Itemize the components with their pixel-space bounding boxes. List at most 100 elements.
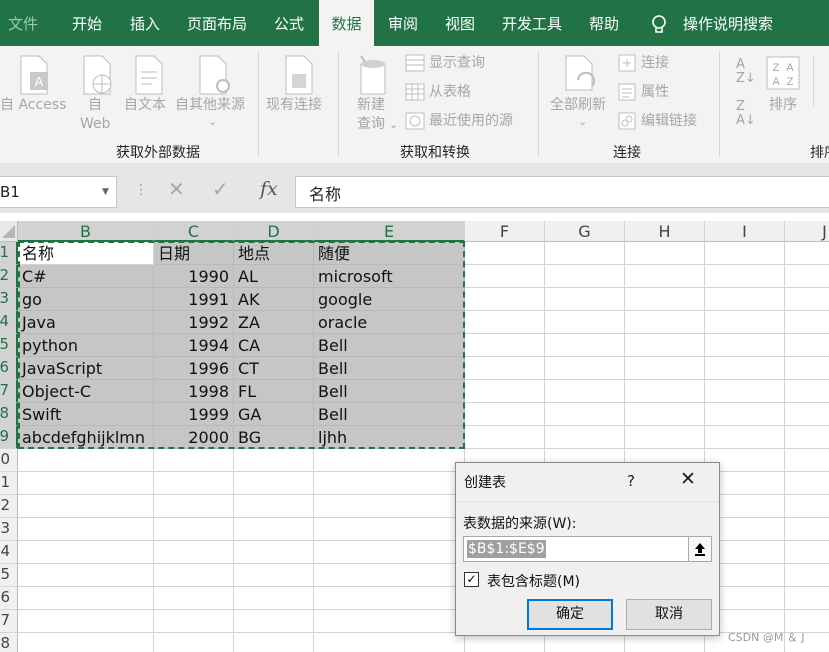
- collapse-dialog-arrow-icon[interactable]: [688, 536, 712, 562]
- new-query-button[interactable]: 新建 查询: [352, 96, 390, 134]
- table-cell[interactable]: 1996: [154, 357, 234, 380]
- row-header-4[interactable]: 4: [0, 311, 18, 334]
- table-cell[interactable]: microsoft: [314, 265, 465, 288]
- empty-cell[interactable]: [785, 564, 829, 587]
- empty-cell[interactable]: [154, 610, 234, 633]
- row-header-1[interactable]: 1: [0, 242, 18, 265]
- tell-me-search[interactable]: 操作说明搜索: [683, 0, 773, 46]
- empty-cell[interactable]: [154, 564, 234, 587]
- table-cell[interactable]: Bell: [314, 403, 465, 426]
- empty-cell[interactable]: [154, 495, 234, 518]
- empty-cell[interactable]: [545, 288, 625, 311]
- edit-links-button[interactable]: 编辑链接: [641, 112, 697, 131]
- table-cell[interactable]: 1990: [154, 265, 234, 288]
- empty-cell[interactable]: [234, 495, 314, 518]
- table-cell[interactable]: BG: [234, 426, 314, 449]
- empty-cell[interactable]: [314, 587, 465, 610]
- empty-cell[interactable]: [785, 495, 829, 518]
- properties-button[interactable]: 属性: [641, 83, 669, 102]
- sort-button[interactable]: 排序: [769, 96, 797, 115]
- table-cell[interactable]: ZA: [234, 311, 314, 334]
- empty-cell[interactable]: [314, 633, 465, 652]
- empty-cell[interactable]: [18, 587, 154, 610]
- row-header-13[interactable]: 13: [0, 518, 18, 541]
- table-cell[interactable]: Java: [18, 311, 154, 334]
- table-cell[interactable]: oracle: [314, 311, 465, 334]
- table-cell[interactable]: Bell: [314, 357, 465, 380]
- table-cell[interactable]: 1999: [154, 403, 234, 426]
- empty-cell[interactable]: [314, 495, 465, 518]
- formula-input[interactable]: 名称: [295, 176, 829, 208]
- empty-cell[interactable]: [625, 288, 705, 311]
- tab-review[interactable]: 审阅: [388, 0, 418, 46]
- show-queries-button[interactable]: 显示查询: [429, 54, 485, 73]
- confirm-check-icon[interactable]: ✓: [212, 177, 229, 201]
- table-cell[interactable]: ljhh: [314, 426, 465, 449]
- empty-cell[interactable]: [18, 564, 154, 587]
- from-web-button[interactable]: 自 Web: [80, 96, 111, 134]
- table-cell[interactable]: abcdefghijklmn: [18, 426, 154, 449]
- ok-button[interactable]: 确定: [527, 599, 613, 630]
- table-cell[interactable]: 1994: [154, 334, 234, 357]
- empty-cell[interactable]: [785, 426, 829, 449]
- empty-cell[interactable]: [314, 541, 465, 564]
- empty-cell[interactable]: [18, 472, 154, 495]
- empty-cell[interactable]: [314, 610, 465, 633]
- empty-cell[interactable]: [785, 334, 829, 357]
- empty-cell[interactable]: [314, 449, 465, 472]
- table-header-cell[interactable]: 随便: [314, 242, 465, 265]
- empty-cell[interactable]: [705, 334, 785, 357]
- help-icon[interactable]: ?: [627, 472, 635, 490]
- table-header-cell[interactable]: 日期: [154, 242, 234, 265]
- table-cell[interactable]: Bell: [314, 334, 465, 357]
- tab-developer[interactable]: 开发工具: [502, 0, 562, 46]
- empty-cell[interactable]: [465, 334, 545, 357]
- empty-cell[interactable]: [545, 334, 625, 357]
- column-header-i[interactable]: I: [705, 221, 785, 242]
- empty-cell[interactable]: [234, 587, 314, 610]
- empty-cell[interactable]: [625, 334, 705, 357]
- row-header-9[interactable]: 9: [0, 426, 18, 449]
- from-text-button[interactable]: 自文本: [124, 96, 166, 115]
- recent-sources-button[interactable]: 最近使用的源: [429, 112, 513, 131]
- existing-connections-button[interactable]: 现有连接: [266, 96, 322, 115]
- empty-cell[interactable]: [625, 426, 705, 449]
- empty-cell[interactable]: [785, 380, 829, 403]
- empty-cell[interactable]: [625, 357, 705, 380]
- empty-cell[interactable]: [705, 311, 785, 334]
- empty-cell[interactable]: [785, 518, 829, 541]
- empty-cell[interactable]: [234, 472, 314, 495]
- tab-insert[interactable]: 插入: [130, 0, 160, 46]
- empty-cell[interactable]: [785, 311, 829, 334]
- empty-cell[interactable]: [625, 403, 705, 426]
- empty-cell[interactable]: [18, 633, 154, 652]
- empty-cell[interactable]: [625, 265, 705, 288]
- table-cell[interactable]: Bell: [314, 380, 465, 403]
- empty-cell[interactable]: [465, 311, 545, 334]
- table-cell[interactable]: python: [18, 334, 154, 357]
- cancel-x-icon[interactable]: ✕: [168, 177, 185, 201]
- empty-cell[interactable]: [234, 541, 314, 564]
- empty-cell[interactable]: [18, 518, 154, 541]
- empty-cell[interactable]: [234, 449, 314, 472]
- table-cell[interactable]: AK: [234, 288, 314, 311]
- table-cell[interactable]: JavaScript: [18, 357, 154, 380]
- empty-cell[interactable]: [625, 380, 705, 403]
- cancel-button[interactable]: 取消: [626, 599, 712, 630]
- table-cell[interactable]: GA: [234, 403, 314, 426]
- table-cell[interactable]: AL: [234, 265, 314, 288]
- empty-cell[interactable]: [705, 380, 785, 403]
- column-header-g[interactable]: G: [545, 221, 625, 242]
- empty-cell[interactable]: [625, 311, 705, 334]
- empty-cell[interactable]: [465, 380, 545, 403]
- drag-handle-icon[interactable]: ⋮: [134, 182, 148, 198]
- empty-cell[interactable]: [545, 242, 625, 265]
- empty-cell[interactable]: [234, 633, 314, 652]
- empty-cell[interactable]: [465, 403, 545, 426]
- insert-function-button[interactable]: fx: [260, 178, 278, 200]
- empty-cell[interactable]: [465, 242, 545, 265]
- empty-cell[interactable]: [154, 518, 234, 541]
- tab-help[interactable]: 帮助: [589, 0, 619, 46]
- empty-cell[interactable]: [154, 587, 234, 610]
- empty-cell[interactable]: [705, 357, 785, 380]
